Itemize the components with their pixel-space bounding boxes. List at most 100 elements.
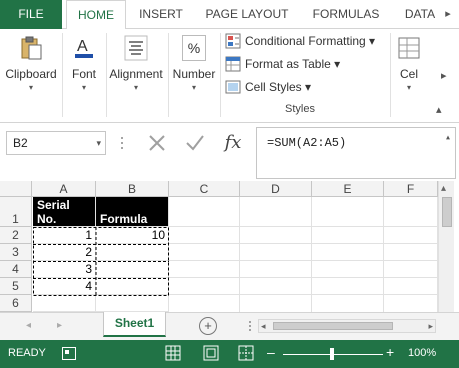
sheet-tab-bar: ◂ ▸ Sheet1 + ◂ ▸ [0, 312, 459, 340]
align-center-icon [124, 35, 148, 61]
add-sheet-icon[interactable]: + [199, 317, 217, 335]
column-header-f[interactable]: F [384, 181, 438, 197]
tab-formulas[interactable]: FORMULAS [304, 0, 388, 29]
status-bar: READY – + 100% [0, 340, 459, 368]
cell-a1-line1: Serial [37, 198, 70, 212]
macro-recording-icon[interactable] [62, 347, 76, 360]
vertical-scrollbar[interactable]: ▴ [438, 181, 454, 312]
cell-a6[interactable] [33, 295, 96, 312]
formula-text: =SUM(A2:A5) [267, 136, 347, 150]
group-separator [62, 33, 63, 117]
tab-data[interactable]: DATA [396, 0, 444, 29]
group-separator [168, 33, 169, 117]
format-table-icon [225, 56, 241, 72]
cells-icon [398, 37, 420, 59]
font-label: Font [71, 67, 96, 81]
chevron-down-icon[interactable]: ▾ [96, 132, 101, 154]
font-color-icon: A [75, 38, 93, 58]
copy-marquee [33, 227, 169, 296]
conditional-formatting-label: Conditional Formatting ▾ [245, 34, 376, 48]
scroll-right-icon[interactable]: ▸ [428, 320, 433, 332]
chevron-down-icon: ▾ [81, 83, 86, 92]
grid-lines [169, 243, 438, 295]
column-header-a[interactable]: A [32, 181, 96, 197]
prev-sheet-icon[interactable]: ◂ [26, 320, 31, 331]
paste-icon [21, 36, 42, 60]
row-header-1[interactable]: 1 [0, 197, 32, 227]
group-separator [390, 33, 391, 117]
zoom-level[interactable]: 100% [408, 347, 436, 359]
cell-c1[interactable] [169, 197, 240, 227]
clipboard-button[interactable]: Clipboard ▾ [2, 31, 60, 101]
cell-b6[interactable] [96, 295, 169, 312]
status-ready: READY [8, 347, 46, 359]
horizontal-scrollbar[interactable]: ◂ ▸ [258, 319, 436, 333]
ribbon-scroll-right-icon[interactable]: ▸ [441, 69, 447, 82]
formula-input[interactable]: =SUM(A2:A5) ▴ [256, 127, 456, 179]
sheet-tab-sheet1[interactable]: Sheet1 [103, 312, 166, 337]
resize-dots-icon[interactable] [248, 319, 252, 333]
chevron-down-icon: ▾ [406, 83, 411, 92]
number-button[interactable]: % Number ▾ [170, 31, 218, 101]
cells-button[interactable]: Cel ▾ [392, 31, 426, 101]
cell-styles-label: Cell Styles ▾ [245, 80, 312, 94]
scroll-up-icon[interactable]: ▴ [441, 183, 446, 194]
alignment-label: Alignment [109, 67, 163, 81]
zoom-slider-thumb[interactable] [330, 348, 334, 360]
clipboard-label: Clipboard [5, 67, 57, 81]
column-header-c[interactable]: C [169, 181, 240, 197]
row-header-6[interactable]: 6 [0, 295, 32, 312]
chevron-down-icon: ▾ [191, 83, 196, 92]
alignment-button[interactable]: Alignment ▾ [106, 31, 166, 101]
name-box-value: B2 [13, 136, 28, 150]
ribbon: Clipboard ▾ A Font ▾ Alignment ▾ % Numbe… [0, 29, 459, 123]
cell-styles-icon [225, 80, 241, 94]
tab-insert[interactable]: INSERT [130, 0, 192, 29]
tab-file[interactable]: FILE [0, 0, 62, 29]
next-sheet-icon[interactable]: ▸ [57, 320, 62, 331]
format-as-table-label: Format as Table ▾ [245, 57, 341, 71]
row-header-4[interactable]: 4 [0, 261, 32, 278]
cell-e1[interactable] [312, 197, 384, 227]
column-header-b[interactable]: B [96, 181, 169, 197]
name-box[interactable]: B2 ▾ [6, 131, 106, 155]
cell-f1[interactable] [384, 197, 438, 227]
svg-text:A: A [77, 38, 88, 55]
enter-check-icon[interactable] [180, 129, 210, 157]
row-header-5[interactable]: 5 [0, 278, 32, 295]
formula-bar: B2 ▾ fx =SUM(A2:A5) ▴ [0, 123, 459, 181]
cancel-icon[interactable] [142, 129, 172, 157]
page-break-preview-icon[interactable] [238, 345, 254, 361]
row-header-2[interactable]: 2 [0, 227, 32, 244]
chevron-down-icon: ▾ [28, 83, 33, 92]
collapse-formula-bar-icon[interactable]: ▴ [445, 132, 451, 144]
percent-icon: % [182, 35, 206, 61]
row-header-3[interactable]: 3 [0, 244, 32, 261]
cells-label: Cel [399, 67, 418, 81]
conditional-formatting-icon [225, 33, 241, 49]
horizontal-scroll-thumb[interactable] [273, 322, 393, 330]
font-button[interactable]: A Font ▾ [64, 31, 104, 101]
cell-a1[interactable]: Serial No. [33, 197, 96, 227]
scroll-left-icon[interactable]: ◂ [261, 320, 266, 332]
cell-d1[interactable] [240, 197, 312, 227]
tab-scroll-right-icon[interactable]: ▸ [441, 6, 455, 22]
cell-b1[interactable]: Formula [96, 197, 169, 227]
cell-a1-line2: No. [37, 212, 57, 226]
zoom-out-button[interactable]: – [267, 344, 275, 360]
resize-dots-icon[interactable] [118, 131, 126, 155]
page-layout-view-icon[interactable] [203, 345, 219, 361]
collapse-ribbon-icon[interactable]: ▴ [436, 103, 442, 116]
number-label: Number [172, 67, 216, 81]
tab-page-layout[interactable]: PAGE LAYOUT [198, 0, 296, 29]
ribbon-tab-bar: FILE HOME INSERT PAGE LAYOUT FORMULAS DA… [0, 0, 459, 30]
select-all-corner[interactable] [0, 181, 32, 197]
vertical-scroll-thumb[interactable] [442, 197, 452, 227]
zoom-in-button[interactable]: + [386, 344, 394, 360]
column-header-d[interactable]: D [240, 181, 312, 197]
tab-home[interactable]: HOME [66, 0, 126, 30]
chevron-down-icon: ▾ [133, 83, 138, 92]
insert-function-icon[interactable]: fx [218, 129, 248, 157]
normal-view-icon[interactable] [165, 345, 181, 361]
column-header-e[interactable]: E [312, 181, 384, 197]
